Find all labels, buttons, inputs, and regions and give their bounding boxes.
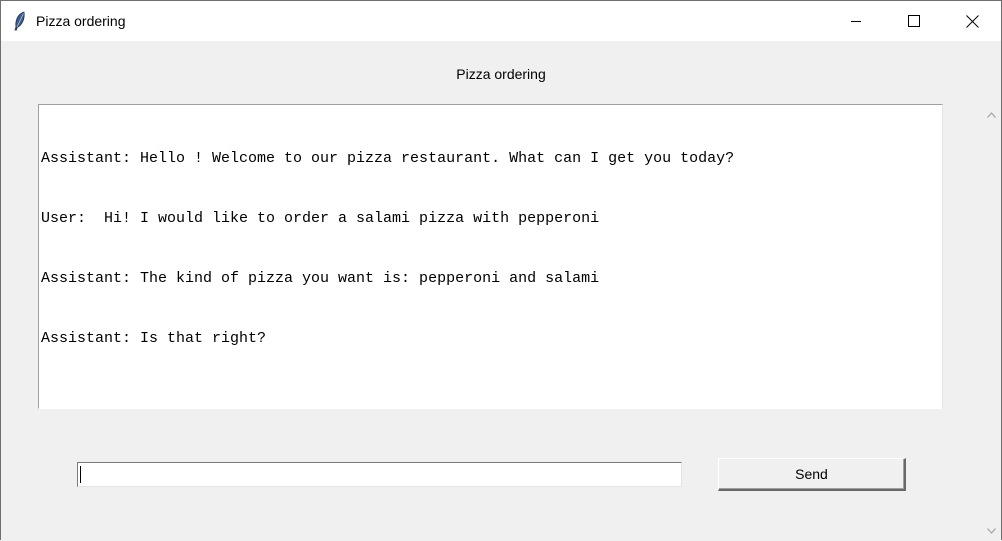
minimize-button[interactable]: [827, 1, 885, 41]
scroll-down-arrow-icon[interactable]: [983, 522, 1000, 539]
close-icon: [965, 14, 979, 28]
message-input[interactable]: [77, 462, 682, 487]
chat-line: Assistant: The kind of pizza you want is…: [41, 270, 600, 287]
close-button[interactable]: [943, 1, 1001, 41]
maximize-icon: [908, 15, 920, 27]
chat-line: Assistant: Hello ! Welcome to our pizza …: [41, 150, 735, 167]
page-title: Pizza ordering: [456, 66, 546, 82]
chat-history[interactable]: Assistant: Hello ! Welcome to our pizza …: [38, 104, 943, 409]
title-bar[interactable]: Pizza ordering: [1, 1, 1001, 41]
send-button[interactable]: Send: [718, 458, 906, 491]
vertical-scrollbar[interactable]: [983, 104, 1000, 541]
scroll-up-arrow-icon[interactable]: [983, 106, 1000, 123]
chat-line: User: Hi! I would like to order a salami…: [41, 210, 600, 227]
text-caret: [80, 466, 81, 483]
feather-icon: [12, 11, 28, 31]
app-window: Pizza ordering Pizza ordering Assistant:…: [0, 0, 1002, 541]
window-title: Pizza ordering: [36, 13, 126, 29]
maximize-button[interactable]: [885, 1, 943, 41]
chat-line: Assistant: Is that right?: [41, 330, 267, 347]
minimize-icon: [850, 15, 862, 27]
